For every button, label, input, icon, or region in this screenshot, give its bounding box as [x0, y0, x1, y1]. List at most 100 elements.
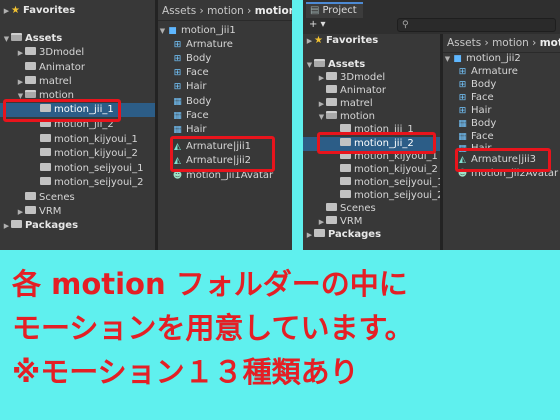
chevron-right-icon[interactable]: ▶	[305, 34, 314, 48]
chevron-down-icon[interactable]: ▼	[305, 58, 314, 72]
tree-item-vrm[interactable]: ▶ VRM	[16, 205, 61, 219]
file-list-pane: Assets › motion › motio ▼■motion_jii2 ⊞A…	[443, 34, 560, 250]
file-item[interactable]: ▦ Body	[457, 117, 496, 131]
file-item[interactable]: ⊞ Hair	[172, 80, 207, 94]
transform-icon: ⊞	[458, 106, 467, 116]
caption-line-2: モーションを用意しています。	[12, 311, 414, 345]
highlight-box	[170, 136, 275, 172]
caption-line-1: 各 motion フォルダーの中に	[12, 267, 408, 301]
tab-project[interactable]: ▤ Project	[306, 2, 363, 18]
folder-icon	[340, 124, 351, 132]
tree-item-motion-seijyoui-2[interactable]: motion_seijyoui_2	[340, 189, 443, 203]
file-item[interactable]: ▦ Hair	[172, 123, 206, 137]
file-item-prefab[interactable]: ▼ ■ motion_jii2	[443, 52, 521, 66]
breadcrumb-separator: ›	[484, 37, 489, 49]
folder-icon	[40, 134, 51, 142]
chevron-down-icon[interactable]: ▼	[2, 32, 11, 46]
file-item[interactable]: ⊞ Face	[172, 66, 209, 80]
search-input[interactable]: ⚲	[397, 18, 556, 32]
folder-open-icon	[11, 33, 22, 41]
favorites-item[interactable]: ▶ ★ Favorites	[305, 34, 378, 48]
tree-item-motion-seijyoui-1[interactable]: motion_seijyoui_1	[340, 176, 443, 190]
left-project-window: ▶ ★ Favorites ▼ Assets ▶ 3Dmodel Animator ▶ m…	[0, 0, 292, 250]
file-item[interactable]: ▦ Face	[172, 109, 208, 123]
folder-icon	[25, 76, 36, 84]
folder-icon	[40, 163, 51, 171]
folder-icon	[40, 148, 51, 156]
folder-icon	[11, 220, 22, 228]
file-list-pane: Assets › motion › motion ▼■motion_jii1 ⊞…	[158, 0, 292, 250]
project-icon: ▤	[310, 5, 320, 16]
transform-icon: ⊞	[458, 93, 467, 103]
highlight-box	[317, 132, 436, 154]
transform-icon: ⊞	[173, 82, 182, 92]
folder-open-icon	[314, 59, 325, 67]
transform-icon: ⊞	[458, 67, 467, 77]
tree-item-matrel[interactable]: ▶ matrel	[317, 97, 373, 111]
tree-item-motion-seijyoui-2[interactable]: motion_seijyoui_2	[40, 176, 143, 190]
file-item[interactable]: ⊞ Armature	[172, 38, 233, 52]
folder-icon	[340, 164, 351, 172]
folder-icon	[326, 203, 337, 211]
transform-icon: ⊞	[173, 54, 182, 64]
breadcrumb-motion[interactable]: motion	[207, 5, 244, 17]
highlight-box	[3, 99, 121, 122]
folder-icon	[25, 192, 36, 200]
assets-item[interactable]: ▼ Assets	[2, 32, 62, 46]
file-item[interactable]: ▦ Body	[172, 95, 211, 109]
folder-icon	[326, 85, 337, 93]
file-item-prefab[interactable]: ▼ ■ motion_jii1	[158, 24, 236, 38]
search-icon: ⚲	[402, 20, 409, 30]
breadcrumb-separator: ›	[247, 5, 252, 17]
transform-icon: ⊞	[173, 68, 182, 78]
folder-icon	[340, 190, 351, 198]
packages-item[interactable]: ▶ Packages	[305, 228, 381, 242]
star-icon: ★	[314, 35, 323, 46]
file-item[interactable]: ⊞ Body	[172, 52, 212, 66]
tree-item-3dmodel[interactable]: ▶ 3Dmodel	[16, 46, 84, 60]
tree-item-scenes[interactable]: Scenes	[326, 202, 376, 216]
file-item[interactable]: ⊞ Hair	[457, 104, 492, 118]
tree-item-motion-kijyoui-2[interactable]: motion_kijyoui_2	[40, 147, 138, 161]
prefab-icon: ■	[168, 26, 177, 36]
file-item[interactable]: ⊞ Face	[457, 91, 494, 105]
project-toolbar: ▤ Project + ▾ ⚲	[303, 0, 560, 34]
folder-open-icon	[326, 111, 337, 119]
chevron-down-icon[interactable]: ▶	[2, 4, 11, 18]
breadcrumb-assets[interactable]: Assets	[162, 5, 196, 17]
right-project-window: ▤ Project + ▾ ⚲ ▶ ★ Favorites ▼ Assets ▶ 3Dmo…	[303, 0, 560, 250]
tree-item-matrel[interactable]: ▶ matrel	[16, 75, 72, 89]
tree-item-3dmodel[interactable]: ▶ 3Dmodel	[317, 71, 385, 85]
tree-item-motion-kijyoui-2[interactable]: motion_kijyoui_2	[340, 163, 438, 177]
breadcrumb-motion[interactable]: motion	[492, 37, 529, 49]
breadcrumb-assets[interactable]: Assets	[447, 37, 481, 49]
folder-icon	[314, 229, 325, 237]
folder-icon	[326, 98, 337, 106]
breadcrumb: Assets › motion › motion	[158, 2, 292, 21]
folder-icon	[25, 62, 36, 70]
add-button[interactable]: + ▾	[309, 18, 326, 32]
folder-open-icon	[25, 90, 36, 98]
tree-item-motion-seijyoui-1[interactable]: motion_seijyoui_1	[40, 162, 143, 176]
tree-item-vrm[interactable]: ▶ VRM	[317, 215, 362, 229]
folder-icon	[326, 72, 337, 80]
breadcrumb-separator: ›	[199, 5, 204, 17]
file-item[interactable]: ⊞ Body	[457, 78, 497, 92]
tree-item-animator[interactable]: Animator	[326, 84, 386, 98]
packages-item[interactable]: ▶ Packages	[2, 219, 78, 233]
tree-item-motion[interactable]: ▼ motion	[317, 110, 375, 124]
tree-item-motion-kijyoui-1[interactable]: motion_kijyoui_1	[40, 133, 138, 147]
breadcrumb-current[interactable]: motio	[540, 37, 560, 49]
folder-icon	[25, 206, 36, 214]
favorites-item[interactable]: ▶ ★ Favorites	[2, 4, 75, 18]
mesh-icon: ▦	[173, 97, 182, 107]
mesh-icon: ▦	[173, 111, 182, 121]
transform-icon: ⊞	[173, 40, 182, 50]
folder-icon	[25, 47, 36, 55]
file-item[interactable]: ⊞ Armature	[457, 65, 518, 79]
transform-icon: ⊞	[458, 80, 467, 90]
breadcrumb-current[interactable]: motion	[255, 5, 292, 17]
tree-item-animator[interactable]: Animator	[25, 61, 85, 75]
tree-item-scenes[interactable]: Scenes	[25, 191, 75, 205]
assets-item[interactable]: ▼ Assets	[305, 58, 365, 72]
